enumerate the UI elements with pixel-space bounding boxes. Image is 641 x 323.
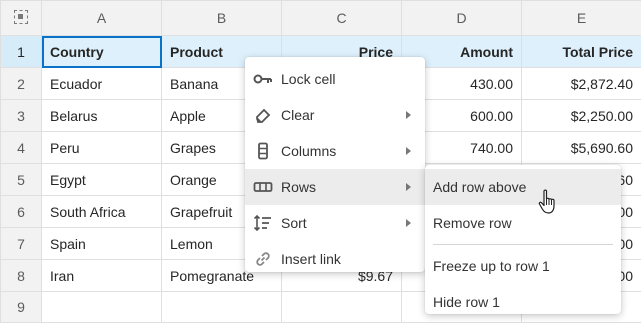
menu-item-columns[interactable]: Columns xyxy=(245,133,425,169)
menu-item-label: Freeze up to row 1 xyxy=(433,258,550,274)
row-header[interactable]: 7 xyxy=(1,228,42,260)
cell[interactable]: Total Price xyxy=(522,36,641,68)
row-header[interactable]: 6 xyxy=(1,196,42,228)
menu-item-label: Clear xyxy=(281,107,314,123)
cell[interactable] xyxy=(162,292,282,323)
column-header-a[interactable]: A xyxy=(42,1,162,36)
rows-submenu: Add row above Remove row Freeze up to ro… xyxy=(425,165,621,314)
key-icon xyxy=(253,69,273,89)
row-header[interactable]: 9 xyxy=(1,292,42,323)
cell[interactable]: Iran xyxy=(42,260,162,292)
column-header-b[interactable]: B xyxy=(162,1,282,36)
row-header[interactable]: 2 xyxy=(1,68,42,100)
menu-divider xyxy=(433,244,613,245)
menu-item-sort[interactable]: Sort xyxy=(245,205,425,241)
rows-icon xyxy=(253,177,273,197)
select-all-corner[interactable] xyxy=(1,1,42,36)
menu-item-insert-link[interactable]: Insert link xyxy=(245,241,425,277)
cell[interactable] xyxy=(42,292,162,323)
column-header-c[interactable]: C xyxy=(282,1,402,36)
column-header-e[interactable]: E xyxy=(522,1,641,36)
sort-icon xyxy=(253,213,273,233)
menu-item-label: Lock cell xyxy=(281,71,335,87)
hand-pointer-icon xyxy=(538,189,558,215)
cell[interactable]: South Africa xyxy=(42,196,162,228)
menu-item-freeze-rows[interactable]: Freeze up to row 1 xyxy=(425,248,621,284)
row-header[interactable]: 8 xyxy=(1,260,42,292)
cell[interactable]: Peru xyxy=(42,132,162,164)
cell[interactable] xyxy=(282,292,402,323)
cell[interactable]: Country xyxy=(42,36,162,68)
menu-item-label: Sort xyxy=(281,215,307,231)
context-menu: Lock cell Clear Columns Rows Sort Insert… xyxy=(245,57,425,272)
select-all-icon xyxy=(14,10,28,24)
menu-item-rows[interactable]: Rows xyxy=(245,169,425,205)
menu-item-clear[interactable]: Clear xyxy=(245,97,425,133)
column-header-row: A B C D E xyxy=(1,1,641,36)
chevron-right-icon xyxy=(406,219,411,227)
cell[interactable]: Belarus xyxy=(42,100,162,132)
column-header-d[interactable]: D xyxy=(402,1,522,36)
menu-item-label: Add row above xyxy=(433,179,526,195)
chevron-right-icon xyxy=(406,111,411,119)
cell[interactable]: Ecuador xyxy=(42,68,162,100)
menu-item-label: Insert link xyxy=(281,251,341,267)
menu-item-hide-row[interactable]: Hide row 1 xyxy=(425,284,621,320)
link-icon xyxy=(253,249,273,269)
cell[interactable]: $5,690.60 xyxy=(522,132,641,164)
menu-item-label: Hide row 1 xyxy=(433,294,500,310)
menu-item-label: Columns xyxy=(281,143,336,159)
menu-item-label: Remove row xyxy=(433,215,512,231)
row-header[interactable]: 5 xyxy=(1,164,42,196)
menu-item-remove-row[interactable]: Remove row xyxy=(425,205,621,241)
cell[interactable]: Egypt xyxy=(42,164,162,196)
menu-item-lock-cell[interactable]: Lock cell xyxy=(245,61,425,97)
menu-item-add-row-above[interactable]: Add row above xyxy=(425,169,621,205)
chevron-right-icon xyxy=(406,147,411,155)
columns-icon xyxy=(253,141,273,161)
cell[interactable]: $2,250.00 xyxy=(522,100,641,132)
chevron-right-icon xyxy=(406,183,411,191)
row-header[interactable]: 1 xyxy=(1,36,42,68)
cell[interactable]: $2,872.40 xyxy=(522,68,641,100)
eraser-icon xyxy=(253,105,273,125)
menu-item-label: Rows xyxy=(281,179,316,195)
cell[interactable]: Spain xyxy=(42,228,162,260)
row-header[interactable]: 3 xyxy=(1,100,42,132)
row-header[interactable]: 4 xyxy=(1,132,42,164)
